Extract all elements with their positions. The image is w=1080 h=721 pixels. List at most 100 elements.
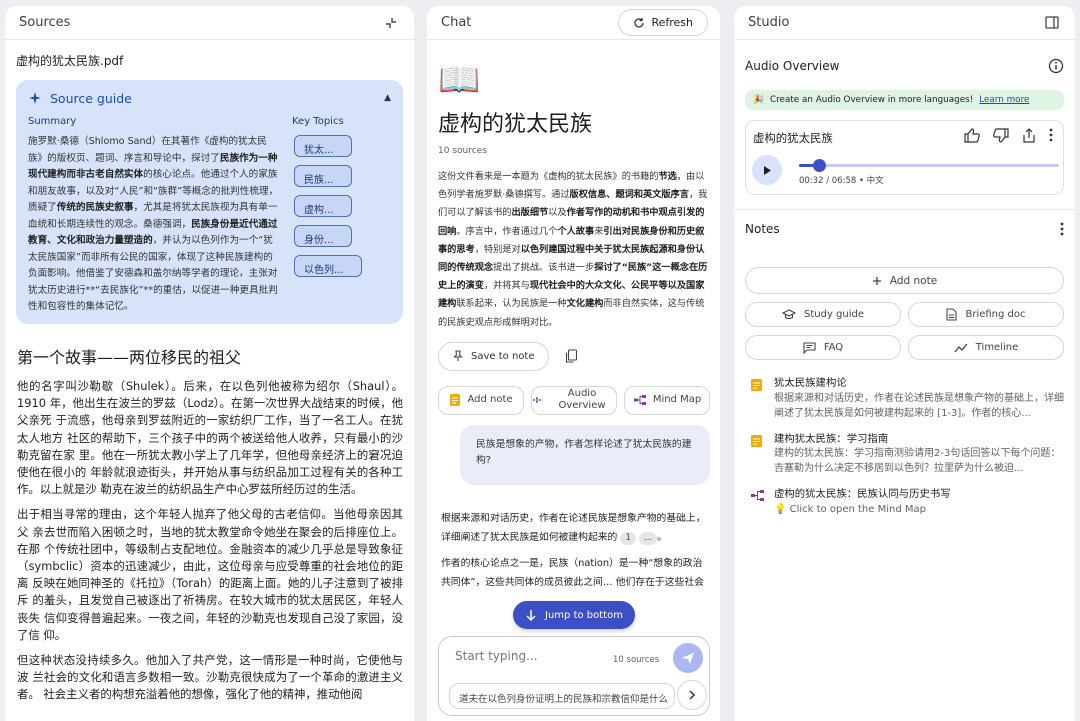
share-icon[interactable] xyxy=(1022,128,1036,143)
jump-to-bottom-button[interactable]: Jump to bottom xyxy=(513,601,635,629)
notes-header: Notes xyxy=(734,209,1075,247)
assistant-message: 根据来源和对话历史，作者在论述民族是想象产物的基础上，详细阐述了犹太民族是如何被… xyxy=(441,512,706,589)
chat-input[interactable]: Start typing... xyxy=(455,649,538,663)
panel-toggle-icon[interactable] xyxy=(1041,12,1063,34)
audio-time: 00:32 / 06:58 • 中文 xyxy=(799,176,884,186)
audio-title: 虚构的犹太民族 xyxy=(753,131,833,145)
summary-text: 施罗默·桑德（Shlomo Sand）在其著作《虚构的犹太民族》的版权页、题词、… xyxy=(28,136,279,312)
summary-label: Summary xyxy=(28,116,77,127)
sparkle-icon xyxy=(28,91,42,105)
topic-chip[interactable]: 身份... xyxy=(294,225,352,247)
audio-overview-action[interactable]: Audio Overview xyxy=(531,385,617,415)
notebook-title: 虚构的犹太民族 xyxy=(438,112,593,137)
more-vert-icon[interactable] xyxy=(1049,128,1053,143)
chat-title-label: Chat xyxy=(441,15,472,30)
more-vert-icon[interactable] xyxy=(1060,222,1064,236)
arrow-down-icon xyxy=(525,609,537,621)
chat-panel: Chat Refresh 📖 虚构的犹太民族 10 sources 这份文件看来… xyxy=(427,6,720,721)
next-suggestion-button[interactable] xyxy=(677,680,707,710)
audio-overview-label: Audio Overview xyxy=(745,59,840,73)
topic-chip[interactable]: 以色列... xyxy=(294,255,362,277)
audio-wave-icon xyxy=(532,395,542,405)
language-banner: 🎉 Create an Audio Overview in more langu… xyxy=(745,90,1064,110)
user-message: 民族是想象的产物，作者怎样论述了犹太民族的建构? xyxy=(460,424,710,485)
article-paragraph: 但这种状态没持续多久。他加入了共产党，这一情形是一种时尚，它使他与波 兰社会的文… xyxy=(17,653,403,702)
source-content: 第一个故事——两位移民的祖父 他的名字叫沙勒歇（Shulek）。后来，在以色列他… xyxy=(5,344,414,704)
note-title: 犹太民族建构论 xyxy=(774,377,847,389)
learn-more-link[interactable]: Learn more xyxy=(979,95,1029,105)
note-preview: 建构的犹太民族：学习指南测验请用2-3句话回答以下每个问题：吉塞勒为什么决定不移… xyxy=(774,448,1061,474)
chat-bubble-icon xyxy=(803,341,816,354)
note-icon xyxy=(750,434,764,477)
chat-composer[interactable]: Start typing... 10 sources 道夫在以色列身份证明上的民… xyxy=(438,636,710,716)
notes-label: Notes xyxy=(745,221,780,236)
chat-header: Chat Refresh xyxy=(427,6,720,40)
play-icon xyxy=(764,165,771,175)
key-topics-label: Key Topics xyxy=(292,116,344,127)
topic-chip[interactable]: 虚构... xyxy=(294,195,352,217)
article-paragraph: 出于相当寻常的理由，这个年轻人抛弃了他父母的古老信仰。当他母亲因其父 亲去世而陷… xyxy=(17,507,403,642)
composer-source-count: 10 sources xyxy=(613,655,660,665)
briefing-doc-button[interactable]: Briefing doc xyxy=(908,302,1064,327)
citation-chip[interactable]: ... xyxy=(639,532,658,546)
topic-chip[interactable]: 犹太... xyxy=(294,135,352,157)
refresh-button[interactable]: Refresh xyxy=(618,9,708,36)
audio-player: 虚构的犹太民族 00:32 / 06:58 • 中文 xyxy=(745,120,1064,195)
audio-progress-knob[interactable] xyxy=(813,159,827,172)
key-topics: 犹太... 民族... 虚构... 身份... 以色列... xyxy=(294,135,374,285)
thumbs-down-icon[interactable] xyxy=(993,128,1009,143)
source-guide: Source guide ▲ Summary Key Topics 施罗默·桑德… xyxy=(16,80,403,324)
plus-icon xyxy=(872,276,882,286)
faq-button[interactable]: FAQ xyxy=(745,335,901,360)
source-file-title: 虚构的犹太民族.pdf xyxy=(16,54,124,68)
save-to-note-button[interactable]: Save to note xyxy=(438,341,550,371)
collapse-icon[interactable] xyxy=(380,12,402,34)
play-button[interactable] xyxy=(752,155,782,185)
sources-title: Sources xyxy=(19,15,71,30)
note-icon xyxy=(449,393,461,407)
note-item[interactable]: 虚构的犹太民族：民族认同与历史书写 💡 Click to open the Mi… xyxy=(750,487,1064,517)
timeline-button[interactable]: Timeline xyxy=(908,335,1064,360)
topic-chip[interactable]: 民族... xyxy=(294,165,352,187)
mind-map-action[interactable]: Mind Map xyxy=(624,385,710,415)
thumbs-up-icon[interactable] xyxy=(964,128,980,143)
source-guide-title: Source guide xyxy=(50,90,132,106)
copy-icon[interactable] xyxy=(565,349,578,363)
note-item[interactable]: 犹太民族建构论 根据来源和对话历史，作者在论述民族是想象产物的基础上，详细阐述了… xyxy=(750,376,1064,421)
notebook-summary: 这份文件看来是一本题为《虚构的犹太民族》的书籍的节选，由以色列学者施罗默·桑德撰… xyxy=(438,171,708,328)
audio-progress-slider[interactable] xyxy=(799,159,1059,172)
studio-panel: Studio Audio Overview 🎉 Create an Audio … xyxy=(734,6,1075,721)
sources-header: Sources xyxy=(5,6,414,40)
sources-panel: Sources 虚构的犹太民族.pdf Source guide ▲ Summa… xyxy=(5,6,414,721)
trend-icon xyxy=(954,343,968,353)
add-note-button[interactable]: Add note xyxy=(745,267,1064,294)
document-icon xyxy=(946,308,958,321)
source-guide-header[interactable]: Source guide ▲ xyxy=(28,88,391,108)
pin-icon xyxy=(453,350,463,362)
note-icon xyxy=(750,378,764,421)
send-button[interactable] xyxy=(673,643,703,673)
info-icon[interactable] xyxy=(1048,58,1064,74)
chevron-up-icon[interactable]: ▲ xyxy=(384,93,391,103)
notes-list: 犹太民族建构论 根据来源和对话历史，作者在论述民族是想象产物的基础上，详细阐述了… xyxy=(750,376,1064,517)
article-paragraph: 他的名字叫沙勒歇（Shulek）。后来，在以色列他被称为绍尔（Shaul）。19… xyxy=(17,379,403,497)
book-icon: 📖 xyxy=(438,60,481,100)
note-item[interactable]: 建构犹太民族：学习指南 建构的犹太民族：学习指南测验请用2-3句话回答以下每个问… xyxy=(750,432,1064,477)
mind-map-icon xyxy=(633,394,647,406)
graduation-cap-icon xyxy=(781,309,796,320)
refresh-icon xyxy=(633,17,645,29)
suggested-question[interactable]: 道夫在以色列身份证明上的民族和宗教信仰是什么 xyxy=(449,683,675,709)
note-preview: 💡 Click to open the Mind Map xyxy=(774,503,926,515)
refresh-label: Refresh xyxy=(651,16,693,29)
chevron-right-icon xyxy=(689,690,696,700)
party-icon: 🎉 xyxy=(753,95,764,105)
note-preview: 根据来源和对话历史，作者在论述民族是想象产物的基础上，详细阐述了犹太民族是如何被… xyxy=(774,392,1064,419)
add-note-action[interactable]: Add note xyxy=(438,385,524,415)
note-title: 建构犹太民族：学习指南 xyxy=(774,432,889,445)
studio-title: Studio xyxy=(748,15,790,30)
study-guide-button[interactable]: Study guide xyxy=(745,302,901,327)
citation-chip[interactable]: 1 xyxy=(620,532,636,546)
send-icon xyxy=(682,652,694,664)
article-heading: 第一个故事——两位移民的祖父 xyxy=(17,348,242,367)
source-count: 10 sources xyxy=(438,146,487,156)
